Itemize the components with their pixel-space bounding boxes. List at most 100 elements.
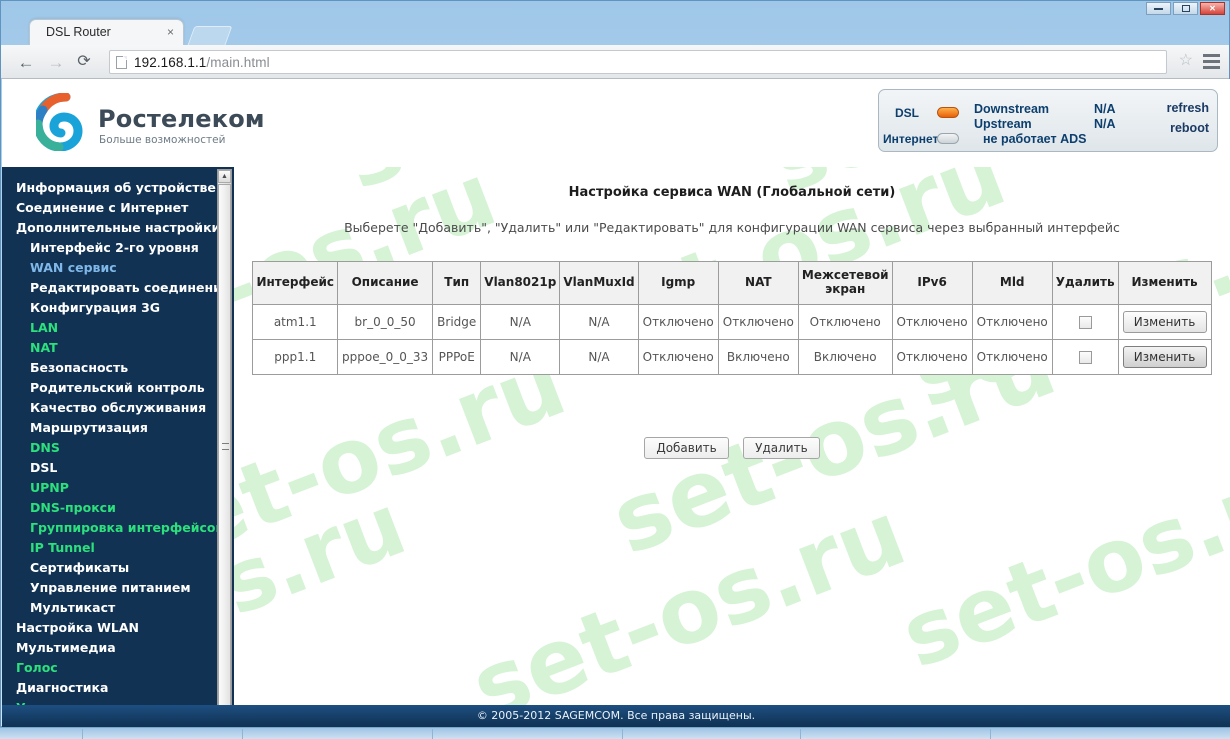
downstream-label: Downstream — [974, 102, 1050, 116]
dsl-led-icon — [937, 107, 959, 118]
sidebar-item[interactable]: Дополнительные настройки — [2, 217, 234, 237]
cell-firewall: Отключено — [797, 303, 893, 340]
cell-type: PPPoE — [432, 338, 482, 375]
table-column-header: Тип — [432, 261, 482, 305]
sidebar: Информация об устройстве Соединение с Инт… — [2, 167, 234, 727]
cell-description: br_0_0_50 — [337, 303, 434, 340]
sidebar-item[interactable]: LAN — [2, 317, 234, 337]
sidebar-item[interactable]: IP Tunnel — [2, 537, 234, 557]
sidebar-item[interactable]: Безопасность — [2, 357, 234, 377]
minimize-icon — [1154, 7, 1163, 10]
sidebar-item[interactable]: Интерфейс 2-го уровня — [2, 237, 234, 257]
device-status-panel: DSL Интернет Downstream N/A Upstream N/A… — [878, 89, 1218, 152]
refresh-button[interactable]: refresh — [1167, 101, 1209, 115]
sidebar-item[interactable]: DNS — [2, 437, 234, 457]
sidebar-item[interactable]: Группировка интерфейсов — [2, 517, 234, 537]
sidebar-scrollbar[interactable]: ▲ ▼ — [217, 169, 232, 725]
minimize-button[interactable] — [1146, 2, 1171, 15]
table-header-row: Интерфейс Описание Тип Vlan8021p VlanMuxId Ig… — [252, 261, 1212, 305]
cell-nat: Отключено — [717, 303, 799, 340]
sidebar-item[interactable]: Управление питанием — [2, 577, 234, 597]
edit-button[interactable]: Изменить — [1122, 310, 1207, 333]
table-column-header: Vlan8021p — [480, 261, 561, 305]
brand-name: Ростелеком — [98, 105, 265, 133]
cell-vlanmuxid: N/A — [559, 303, 639, 340]
upstream-label: Upstream — [974, 117, 1032, 131]
sidebar-item[interactable]: NAT — [2, 337, 234, 357]
sidebar-item[interactable]: Настройка WLAN — [2, 617, 234, 637]
cell-remove — [1051, 303, 1119, 340]
cell-edit: Изменить — [1117, 338, 1212, 375]
sidebar-item[interactable]: Сертификаты — [2, 557, 234, 577]
sidebar-item[interactable]: Голос — [2, 657, 234, 677]
os-taskbar[interactable] — [0, 727, 1230, 739]
bookmark-star-icon[interactable]: ☆ — [1179, 53, 1193, 69]
rostelecom-logo-icon — [36, 93, 83, 151]
close-window-button[interactable]: ✕ — [1200, 2, 1225, 15]
table-column-header: Удалить — [1051, 261, 1119, 305]
remove-checkbox[interactable] — [1078, 315, 1092, 329]
cell-vlanmuxid: N/A — [559, 338, 639, 375]
forward-icon[interactable]: → — [45, 51, 67, 73]
url-host: 192.168.1.1 — [134, 54, 207, 70]
tab-strip: DSL Router × — [1, 17, 1229, 45]
page-title: Настройка сервиса WAN (Глобальной сети) — [568, 185, 896, 200]
sidebar-item[interactable]: Конфигурация 3G — [2, 297, 234, 317]
new-tab-button[interactable] — [187, 26, 233, 45]
upstream-value: N/A — [1094, 117, 1116, 131]
sidebar-item[interactable]: UPNP — [2, 477, 234, 497]
cell-edit: Изменить — [1117, 303, 1212, 340]
tab-close-icon[interactable]: × — [167, 25, 174, 39]
scroll-up-icon[interactable]: ▲ — [218, 170, 231, 183]
table-column-header: Описание — [337, 261, 434, 305]
sidebar-item[interactable]: Информация об устройстве — [2, 177, 234, 197]
sidebar-item[interactable]: WAN сервис — [2, 257, 234, 277]
edit-button[interactable]: Изменить — [1122, 345, 1207, 368]
remove-checkbox[interactable] — [1078, 350, 1092, 364]
cell-nat: Включено — [717, 338, 799, 375]
page-viewport: set-os.ru set-os.ru set-os.ru set-os.ru … — [2, 79, 1230, 727]
table-body: atm1.1 br_0_0_50 Bridge N/A N/A Отключено Откл… — [252, 303, 1212, 375]
sidebar-item[interactable]: Мультикаст — [2, 597, 234, 617]
hamburger-menu-icon[interactable] — [1203, 54, 1220, 69]
cell-interface: ppp1.1 — [252, 338, 339, 375]
sidebar-item[interactable]: Редактировать соединения — [2, 277, 234, 297]
scrollbar-thumb[interactable] — [218, 184, 231, 709]
sidebar-item[interactable]: Качество обслуживания — [2, 397, 234, 417]
maximize-button[interactable] — [1173, 2, 1198, 15]
table-row: atm1.1 br_0_0_50 Bridge N/A N/A Отключено Откл… — [252, 303, 1212, 340]
sidebar-item[interactable]: Родительский контроль — [2, 377, 234, 397]
add-button[interactable]: Добавить — [644, 436, 729, 459]
reboot-button[interactable]: reboot — [1170, 121, 1209, 135]
main-content: Настройка сервиса WAN (Глобальной сети) … — [234, 167, 1230, 727]
sidebar-item[interactable]: DSL — [2, 457, 234, 477]
site-header: Ростелеком Больше возможностей DSL Интер… — [2, 79, 1230, 167]
address-bar[interactable]: 192.168.1.1/main.html — [109, 50, 1167, 74]
browser-tab[interactable]: DSL Router × — [29, 19, 184, 45]
cell-ipv6: Отключено — [891, 303, 973, 340]
sidebar-item[interactable]: Маршрутизация — [2, 417, 234, 437]
wan-service-table: Интерфейс Описание Тип Vlan8021p VlanMuxId Ig… — [252, 261, 1212, 375]
sidebar-item[interactable]: Диагностика — [2, 677, 234, 697]
reload-icon[interactable]: ⟳ — [73, 51, 95, 73]
back-icon[interactable]: ← — [15, 51, 37, 73]
brand-tagline: Больше возможностей — [99, 134, 226, 146]
sidebar-item[interactable]: Мультимедиа — [2, 637, 234, 657]
table-row: ppp1.1 pppoe_0_0_33 PPPoE N/A N/A Отключено Вк… — [252, 338, 1212, 375]
page-instructions: Выберете "Добавить", "Удалить" или "Реда… — [344, 220, 1120, 235]
dsl-label: DSL — [895, 106, 919, 120]
page-icon — [116, 55, 127, 69]
cell-ipv6: Отключено — [891, 338, 973, 375]
scrollbar-grip-icon — [222, 443, 229, 450]
table-column-header: Mld — [971, 261, 1053, 305]
internet-label: Интернет — [883, 132, 939, 146]
internet-led-icon — [937, 133, 959, 144]
sidebar-item[interactable]: DNS-прокси — [2, 497, 234, 517]
remove-button[interactable]: Удалить — [743, 436, 820, 459]
table-actions: Добавить Удалить — [234, 436, 1230, 459]
cell-igmp: Отключено — [637, 338, 719, 375]
table-column-header: NAT — [717, 261, 799, 305]
sidebar-item[interactable]: Соединение с Интернет — [2, 197, 234, 217]
table-column-header: Изменить — [1117, 261, 1212, 305]
close-icon: ✕ — [1209, 3, 1216, 13]
